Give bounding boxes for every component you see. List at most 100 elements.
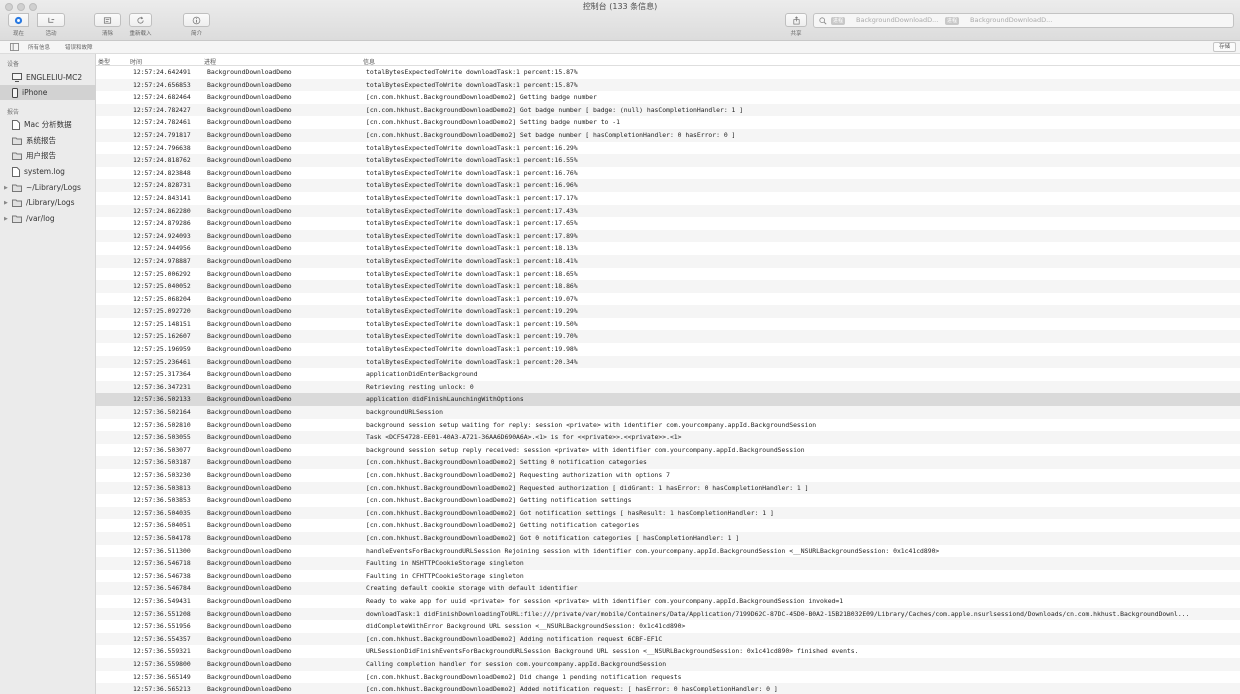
table-row[interactable]: 12:57:24.828731 BackgroundDownloadDemo tot… bbox=[96, 179, 1240, 192]
table-row[interactable]: 12:57:36.502133 BackgroundDownloadDemo app… bbox=[96, 393, 1240, 407]
table-row[interactable]: 12:57:24.656853 BackgroundDownloadDemo tot… bbox=[96, 78, 1240, 92]
table-row[interactable]: 12:57:24.843141 BackgroundDownloadDemo tot… bbox=[96, 192, 1240, 205]
table-row[interactable]: 12:57:36.503853 BackgroundDownloadDemo [cn… bbox=[96, 494, 1240, 507]
table-row[interactable]: 12:57:36.503077 BackgroundDownloadDemo bac… bbox=[96, 444, 1240, 457]
table-row[interactable]: 12:57:36.347231 BackgroundDownloadDemo Ret… bbox=[96, 380, 1240, 394]
cell-time: 12:57:36.504035 bbox=[133, 508, 191, 517]
table-row[interactable]: 12:57:24.782461 BackgroundDownloadDemo [cn… bbox=[96, 116, 1240, 129]
cell-message: totalBytesExpectedToWrite downloadTask:1… bbox=[366, 357, 578, 366]
disclosure-triangle-icon[interactable]: ▶ bbox=[4, 200, 8, 206]
save-button[interactable]: 存储 bbox=[1212, 42, 1236, 52]
table-row[interactable]: 12:57:36.551208 BackgroundDownloadDemo dow… bbox=[96, 607, 1240, 621]
clear-button[interactable] bbox=[94, 13, 121, 27]
cell-message: [cn.com.hkhust.BackgroundDownloadDemo2] … bbox=[366, 130, 736, 139]
table-row[interactable]: 12:57:25.148151 BackgroundDownloadDemo tot… bbox=[96, 318, 1240, 331]
table-row[interactable]: 12:57:36.511300 BackgroundDownloadDemo han… bbox=[96, 545, 1240, 558]
table-row[interactable]: 12:57:24.791817 BackgroundDownloadDemo [cn… bbox=[96, 128, 1240, 142]
table-row[interactable]: 12:57:36.503055 BackgroundDownloadDemo Tas… bbox=[96, 431, 1240, 444]
table-row[interactable]: 12:57:36.546738 BackgroundDownloadDemo Fau… bbox=[96, 570, 1240, 583]
column-header-message[interactable]: 信息 bbox=[363, 57, 375, 66]
disclosure-triangle-icon[interactable]: ▶ bbox=[4, 185, 8, 191]
column-header-type[interactable]: 类型 bbox=[98, 57, 110, 66]
table-row[interactable]: 12:57:36.503813 BackgroundDownloadDemo [cn… bbox=[96, 481, 1240, 495]
table-row[interactable]: 12:57:24.642491 BackgroundDownloadDemo tot… bbox=[96, 66, 1240, 79]
cell-process: BackgroundDownloadDemo bbox=[207, 332, 292, 341]
table-row[interactable]: 12:57:25.092720 BackgroundDownloadDemo tot… bbox=[96, 305, 1240, 318]
cell-process: BackgroundDownloadDemo bbox=[207, 345, 292, 354]
sidebar-item-library-logs[interactable]: ▶ /Library/Logs bbox=[0, 195, 96, 210]
table-row[interactable]: 12:57:24.944956 BackgroundDownloadDemo tot… bbox=[96, 242, 1240, 255]
table-row[interactable]: 12:57:36.503230 BackgroundDownloadDemo [cn… bbox=[96, 469, 1240, 482]
sidebar-item-mac-analytics[interactable]: Mac 分析数据 bbox=[0, 117, 96, 132]
sidebar-item-iphone[interactable]: iPhone bbox=[0, 85, 96, 100]
cell-process: BackgroundDownloadDemo bbox=[207, 408, 292, 417]
table-row[interactable]: 12:57:24.682464 BackgroundDownloadDemo [cn… bbox=[96, 91, 1240, 104]
now-button[interactable] bbox=[8, 13, 29, 27]
table-row[interactable]: 12:57:36.559800 BackgroundDownloadDemo Cal… bbox=[96, 657, 1240, 671]
column-header-process[interactable]: 进程 bbox=[204, 57, 216, 66]
search-token-text-2[interactable]: BackgroundDownloadD... bbox=[970, 16, 1052, 24]
search-field[interactable]: 进程 BackgroundDownloadD... 进程 BackgroundD… bbox=[813, 13, 1234, 28]
reload-button[interactable] bbox=[129, 13, 152, 27]
sidebar-item-var-log[interactable]: ▶ /var/log bbox=[0, 211, 96, 226]
table-row[interactable]: 12:57:24.796638 BackgroundDownloadDemo tot… bbox=[96, 142, 1240, 155]
table-row[interactable]: 12:57:24.978887 BackgroundDownloadDemo tot… bbox=[96, 254, 1240, 268]
table-row[interactable]: 12:57:25.196959 BackgroundDownloadDemo tot… bbox=[96, 343, 1240, 356]
filter-errors-faults[interactable]: 错误和故障 bbox=[65, 43, 93, 51]
table-row[interactable]: 12:57:36.504035 BackgroundDownloadDemo [cn… bbox=[96, 506, 1240, 520]
sidebar-toggle-icon[interactable] bbox=[10, 43, 19, 51]
table-row[interactable]: 12:57:24.862280 BackgroundDownloadDemo tot… bbox=[96, 204, 1240, 218]
cell-message: [cn.com.hkhust.BackgroundDownloadDemo2] … bbox=[366, 93, 597, 102]
table-row[interactable]: 12:57:25.162607 BackgroundDownloadDemo tot… bbox=[96, 330, 1240, 344]
document-icon bbox=[12, 166, 20, 177]
table-row[interactable]: 12:57:36.504051 BackgroundDownloadDemo [cn… bbox=[96, 519, 1240, 532]
sidebar-item-mac[interactable]: ENGLELIU-MC2 bbox=[0, 70, 96, 85]
table-row[interactable]: 12:57:24.818762 BackgroundDownloadDemo tot… bbox=[96, 154, 1240, 167]
table-row[interactable]: 12:57:36.565149 BackgroundDownloadDemo [cn… bbox=[96, 671, 1240, 684]
table-row[interactable]: 12:57:25.317364 BackgroundDownloadDemo app… bbox=[96, 368, 1240, 381]
column-header-time[interactable]: 时间 bbox=[130, 57, 142, 66]
cell-process: BackgroundDownloadDemo bbox=[207, 231, 292, 240]
cell-message: [cn.com.hkhust.BackgroundDownloadDemo2] … bbox=[366, 672, 682, 681]
cell-message: totalBytesExpectedToWrite downloadTask:1… bbox=[366, 244, 578, 253]
cell-process: BackgroundDownloadDemo bbox=[207, 546, 292, 555]
table-row[interactable]: 12:57:25.236461 BackgroundDownloadDemo tot… bbox=[96, 355, 1240, 369]
table-row[interactable]: 12:57:36.565213 BackgroundDownloadDemo [cn… bbox=[96, 683, 1240, 694]
sidebar-item-user-reports[interactable]: 用户报告 bbox=[0, 148, 96, 163]
table-row[interactable]: 12:57:36.504178 BackgroundDownloadDemo [cn… bbox=[96, 531, 1240, 545]
sidebar-item-system-reports[interactable]: 系统报告 bbox=[0, 133, 96, 148]
cell-time: 12:57:24.642491 bbox=[133, 68, 191, 76]
table-row[interactable]: 12:57:24.782427 BackgroundDownloadDemo [cn… bbox=[96, 103, 1240, 117]
cell-message: [cn.com.hkhust.BackgroundDownloadDemo2] … bbox=[366, 483, 809, 492]
search-token-text-1[interactable]: BackgroundDownloadD... bbox=[856, 16, 938, 24]
sidebar-item-label: /Library/Logs bbox=[26, 198, 75, 207]
share-button[interactable] bbox=[785, 13, 807, 27]
sidebar-item-system-log[interactable]: system.log bbox=[0, 164, 96, 179]
table-row[interactable]: 12:57:24.924093 BackgroundDownloadDemo tot… bbox=[96, 229, 1240, 243]
table-row[interactable]: 12:57:36.559321 BackgroundDownloadDemo URL… bbox=[96, 645, 1240, 658]
table-row[interactable]: 12:57:36.551956 BackgroundDownloadDemo did… bbox=[96, 620, 1240, 633]
cell-process: BackgroundDownloadDemo bbox=[207, 596, 292, 605]
table-row[interactable]: 12:57:25.040052 BackgroundDownloadDemo tot… bbox=[96, 280, 1240, 293]
cell-process: BackgroundDownloadDemo bbox=[207, 181, 292, 190]
table-row[interactable]: 12:57:24.823848 BackgroundDownloadDemo tot… bbox=[96, 167, 1240, 180]
filter-all-messages[interactable]: 所有信息 bbox=[28, 43, 50, 51]
disclosure-triangle-icon[interactable]: ▶ bbox=[4, 216, 8, 222]
table-row[interactable]: 12:57:24.879286 BackgroundDownloadDemo tot… bbox=[96, 217, 1240, 230]
table-row[interactable]: 12:57:36.502810 BackgroundDownloadDemo bac… bbox=[96, 419, 1240, 432]
activity-button[interactable] bbox=[37, 13, 65, 27]
table-row[interactable]: 12:57:36.546718 BackgroundDownloadDemo Fau… bbox=[96, 557, 1240, 570]
cell-process: BackgroundDownloadDemo bbox=[207, 357, 292, 366]
search-token-chip-1[interactable]: 进程 bbox=[831, 17, 846, 25]
sidebar-item-user-library-logs[interactable]: ▶ ~/Library/Logs bbox=[0, 180, 96, 195]
table-row[interactable]: 12:57:36.502164 BackgroundDownloadDemo bac… bbox=[96, 406, 1240, 419]
cell-process: BackgroundDownloadDemo bbox=[207, 93, 292, 102]
table-row[interactable]: 12:57:36.554357 BackgroundDownloadDemo [cn… bbox=[96, 632, 1240, 646]
table-row[interactable]: 12:57:25.006292 BackgroundDownloadDemo tot… bbox=[96, 268, 1240, 281]
table-row[interactable]: 12:57:36.503187 BackgroundDownloadDemo [cn… bbox=[96, 456, 1240, 469]
table-row[interactable]: 12:57:36.549431 BackgroundDownloadDemo Rea… bbox=[96, 595, 1240, 608]
table-row[interactable]: 12:57:36.546784 BackgroundDownloadDemo Cre… bbox=[96, 582, 1240, 595]
table-row[interactable]: 12:57:25.068204 BackgroundDownloadDemo tot… bbox=[96, 293, 1240, 306]
info-button[interactable] bbox=[183, 13, 210, 27]
search-token-chip-2[interactable]: 进程 bbox=[945, 17, 960, 25]
